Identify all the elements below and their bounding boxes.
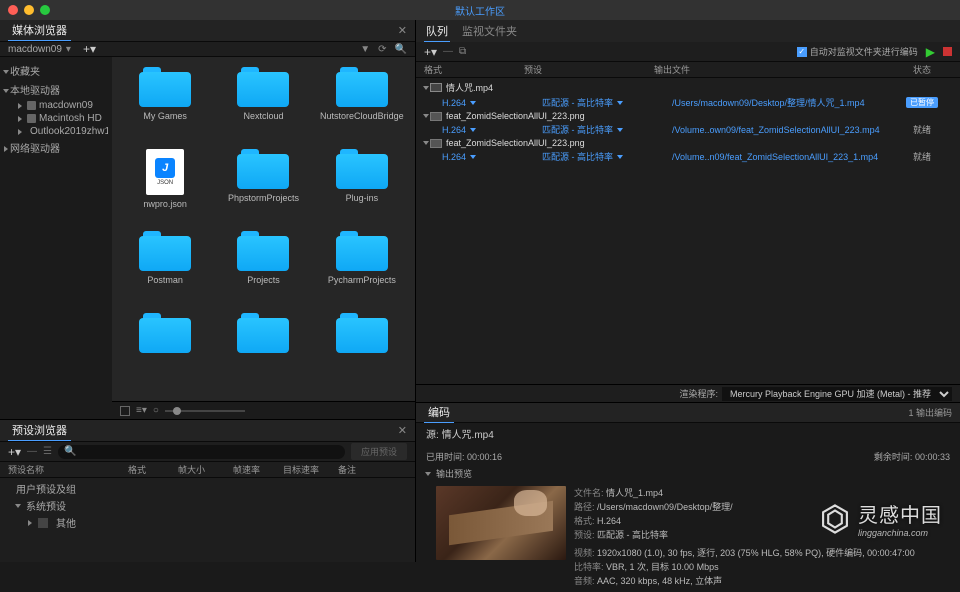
panel-menu-icon[interactable]: ✕: [398, 424, 407, 437]
preset-dropdown[interactable]: 匹配源 - 高比特率: [542, 150, 672, 163]
media-browser-tab[interactable]: 媒体浏览器: [8, 20, 71, 41]
sidebar-favorites[interactable]: 收藏夹: [4, 61, 108, 80]
sort-icon[interactable]: ≡▾: [136, 405, 147, 416]
apply-preset-button[interactable]: 应用预设: [351, 443, 407, 460]
source-name: 情人咒.mp4: [442, 430, 494, 441]
remove-preset-button[interactable]: —: [27, 446, 37, 457]
elapsed-time: 00:00:16: [467, 452, 502, 462]
folder-item[interactable]: PycharmProjects: [317, 231, 407, 309]
output-path-link[interactable]: /Volume..n09/feat_ZomidSelectionAllUI_22…: [672, 152, 892, 162]
output-path-link[interactable]: /Users/macdown09/Desktop/整理/情人咒_1.mp4: [672, 96, 892, 109]
panel-menu-icon[interactable]: ✕: [398, 24, 407, 37]
thumbnail-size-slider[interactable]: [165, 410, 245, 412]
video-icon: [430, 83, 442, 92]
folder-item[interactable]: [218, 313, 308, 391]
close-window[interactable]: [8, 5, 18, 15]
workspace-title: 默认工作区: [455, 3, 505, 18]
sidebar-local-drives[interactable]: 本地驱动器: [4, 80, 108, 99]
image-icon: [430, 112, 442, 121]
duplicate-icon[interactable]: ⧉: [459, 46, 466, 57]
auto-encode-label: 自动对监视文件夹进行编码: [810, 45, 918, 58]
queue-list: 情人咒.mp4 H.264 匹配源 - 高比特率 /Users/macdown0…: [416, 78, 960, 384]
folder-item[interactable]: [120, 313, 210, 391]
folder-item[interactable]: PhpstormProjects: [218, 149, 308, 227]
sidebar-drive[interactable]: macdown09: [4, 99, 108, 112]
image-icon: [430, 139, 442, 148]
folder-item[interactable]: Postman: [120, 231, 210, 309]
folder-item[interactable]: My Games: [120, 67, 210, 145]
preset-group-other[interactable]: 其他: [8, 514, 407, 531]
format-dropdown[interactable]: H.264: [442, 98, 542, 108]
auto-encode-checkbox[interactable]: ✓: [797, 47, 807, 57]
folder-item[interactable]: Plug-ins: [317, 149, 407, 227]
add-source-button[interactable]: +▾: [424, 45, 437, 59]
status-text: 就绪: [892, 150, 952, 163]
watch-folders-tab[interactable]: 监视文件夹: [460, 21, 519, 41]
source-label: 源:: [426, 430, 439, 441]
folder-item[interactable]: NutstoreCloudBridge: [317, 67, 407, 145]
queue-item[interactable]: 情人咒.mp4: [420, 80, 956, 95]
output-path-link[interactable]: /Volume..own09/feat_ZomidSelectionAllUI_…: [672, 125, 892, 135]
preset-columns: 预设名称格式帧大小帧速率目标速率备注: [0, 462, 415, 478]
stop-queue-button[interactable]: [943, 47, 952, 56]
browser-path[interactable]: macdown09: [8, 44, 62, 55]
folder-item[interactable]: [317, 313, 407, 391]
remove-source-button[interactable]: —: [443, 46, 453, 57]
output-count: 1 输出编码: [908, 406, 952, 419]
grid-view-icon[interactable]: [120, 406, 130, 416]
format-dropdown[interactable]: H.264: [442, 152, 542, 162]
output-metadata: 文件名: 情人咒_1.mp4 路径: /Users/macdown09/Desk…: [574, 486, 915, 588]
queue-item[interactable]: feat_ZomidSelectionAllUI_223.png: [420, 137, 956, 149]
maximize-window[interactable]: [40, 5, 50, 15]
search-icon[interactable]: 🔍: [395, 44, 407, 55]
sidebar-network-drives[interactable]: 网络驱动器: [4, 138, 108, 157]
path-dropdown-icon[interactable]: ▾: [66, 44, 71, 55]
refresh-icon[interactable]: ⟳: [378, 44, 386, 55]
preset-search-input[interactable]: 🔍: [58, 445, 345, 459]
output-thumbnail: [436, 486, 566, 560]
funnel-icon[interactable]: ▼: [360, 44, 370, 55]
status-text: 就绪: [892, 123, 952, 136]
browser-sidebar: 收藏夹 本地驱动器 macdown09 Macintosh HD Outlook…: [0, 57, 112, 419]
status-badge: 已暂停: [906, 97, 938, 108]
format-dropdown[interactable]: H.264: [442, 125, 542, 135]
preset-group-user[interactable]: 用户预设及组: [8, 480, 407, 497]
preset-dropdown[interactable]: 匹配源 - 高比特率: [542, 96, 672, 109]
sidebar-drive[interactable]: Outlook2019zhw11mac: [4, 125, 108, 138]
start-queue-button[interactable]: ▶: [926, 45, 935, 59]
encoding-panel-tab[interactable]: 编码: [424, 402, 454, 423]
add-preset-button[interactable]: +▾: [8, 445, 21, 459]
sidebar-drive[interactable]: Macintosh HD: [4, 112, 108, 125]
file-item[interactable]: JJSONnwpro.json: [120, 149, 210, 227]
minimize-window[interactable]: [24, 5, 34, 15]
queue-tab[interactable]: 队列: [424, 21, 450, 42]
preset-settings-icon[interactable]: ☰: [43, 446, 52, 457]
remaining-time: 00:00:33: [915, 452, 950, 462]
output-preview-toggle[interactable]: 输出预览: [416, 465, 960, 482]
queue-item[interactable]: feat_ZomidSelectionAllUI_223.png: [420, 110, 956, 122]
renderer-dropdown[interactable]: Mercury Playback Engine GPU 加速 (Metal) -…: [722, 387, 952, 401]
folder-item[interactable]: Nextcloud: [218, 67, 308, 145]
preset-dropdown[interactable]: 匹配源 - 高比特率: [542, 123, 672, 136]
add-location-button[interactable]: +▾: [83, 42, 96, 56]
search-icon: 🔍: [64, 446, 76, 457]
renderer-label: 渲染程序:: [679, 387, 718, 400]
folder-item[interactable]: Projects: [218, 231, 308, 309]
preset-browser-tab[interactable]: 预设浏览器: [8, 420, 71, 441]
browser-grid: My Games Nextcloud NutstoreCloudBridge J…: [112, 57, 415, 401]
preset-group-system[interactable]: 系统预设: [8, 497, 407, 514]
